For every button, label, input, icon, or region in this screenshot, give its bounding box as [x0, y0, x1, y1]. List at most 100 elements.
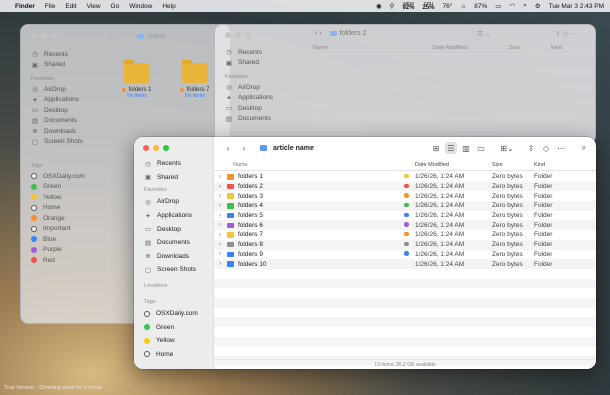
- mem-indicator[interactable]: MEM 92%: [402, 1, 414, 11]
- sidebar-tag-osxdaily-com[interactable]: OSXDaily.com: [31, 171, 93, 182]
- sidebar-tag-red[interactable]: Red: [31, 255, 93, 266]
- zoom-button[interactable]: [163, 145, 169, 151]
- zoom-button[interactable]: [245, 32, 251, 38]
- disclosure-chevron-icon[interactable]: ›: [219, 193, 225, 199]
- minimize-button[interactable]: [153, 145, 159, 151]
- sidebar-item-shared[interactable]: ▣ Shared: [225, 58, 273, 69]
- screen-record-icon[interactable]: ◉: [376, 2, 382, 10]
- sun-icon[interactable]: ☼: [460, 3, 466, 10]
- menu-finder[interactable]: Finder: [15, 3, 35, 10]
- column-date[interactable]: Date Modified: [415, 162, 492, 168]
- sidebar-item-airdrop[interactable]: ◎ AirDrop: [31, 84, 93, 95]
- wifi-icon[interactable]: ◠: [509, 2, 515, 10]
- clock[interactable]: Tue Mar 3 2:43 PM: [549, 3, 604, 10]
- sidebar-item-screen-shots[interactable]: ▢ Screen Shots: [144, 263, 213, 277]
- disclosure-chevron-icon[interactable]: ›: [219, 222, 225, 228]
- table-row[interactable]: › folders 10 1/26/26, 1:24 AM Zero bytes Fol…: [214, 259, 596, 269]
- column-kind[interactable]: Kind: [551, 45, 562, 54]
- sidebar-tag-home[interactable]: Home: [144, 348, 213, 362]
- search-icon[interactable]: ⌕: [523, 2, 527, 10]
- sidebar-tag-home[interactable]: Home: [31, 203, 93, 214]
- table-row[interactable]: › folders 8 1/26/26, 1:24 AM Zero bytes Fold…: [214, 239, 596, 250]
- sidebar-item-downloads[interactable]: ⊕ Downloads: [31, 126, 93, 137]
- view-options-icon[interactable]: ☰ ⌄: [477, 30, 491, 38]
- menu-file[interactable]: File: [45, 3, 55, 10]
- forward-icon[interactable]: ›: [238, 142, 250, 154]
- disclosure-chevron-icon[interactable]: ›: [219, 184, 225, 190]
- disclosure-chevron-icon[interactable]: ›: [219, 203, 225, 209]
- menu-edit[interactable]: Edit: [65, 3, 76, 10]
- table-row[interactable]: › folders 4 1/26/26, 1:24 AM Zero bytes Fold…: [214, 201, 596, 211]
- nav-back-icon[interactable]: ‹ ›: [315, 30, 322, 37]
- pin-icon[interactable]: ⚲: [390, 2, 395, 10]
- column-name[interactable]: Name: [313, 45, 433, 54]
- sidebar-tag-yellow[interactable]: Yellow: [31, 192, 93, 203]
- table-row[interactable]: › folders 5 1/26/26, 1:24 AM Zero bytes Fold…: [214, 211, 596, 221]
- sidebar-item-documents[interactable]: ▤ Documents: [31, 116, 93, 127]
- minimize-button[interactable]: [41, 33, 47, 39]
- close-button[interactable]: [31, 33, 37, 39]
- sidebar-item-desktop[interactable]: ▭ Desktop: [225, 103, 273, 114]
- sidebar-tag-osxdaily-com[interactable]: OSXDaily.com: [144, 307, 213, 321]
- table-row[interactable]: › folders 6 1/26/26, 1:24 AM Zero bytes Fold…: [214, 220, 596, 231]
- table-row[interactable]: › folders 7 1/26/26, 1:24 AM Zero bytes Fold…: [214, 230, 596, 240]
- sidebar-item-screen-shots[interactable]: ▢ Screen Shots: [31, 137, 93, 148]
- sidebar-item-downloads[interactable]: ⊕ Downloads: [144, 250, 213, 264]
- folder-item[interactable]: folders 1 No items: [117, 60, 157, 99]
- table-row[interactable]: › folders 3 1/26/26, 1:24 AM Zero bytes Fold…: [214, 191, 596, 201]
- column-name[interactable]: Name: [214, 162, 404, 168]
- menu-view[interactable]: View: [87, 3, 101, 10]
- control-center-icon[interactable]: ⚙: [535, 2, 541, 10]
- finder-window-article-name[interactable]: ◷ Recents ▣ Shared Favorites ◎ AirDrop ✦ App…: [134, 137, 596, 369]
- sidebar-item-airdrop[interactable]: ◎ AirDrop: [225, 82, 273, 93]
- disclosure-chevron-icon[interactable]: ›: [219, 213, 225, 219]
- icon-view-icon[interactable]: ⊞: [430, 142, 442, 154]
- folder-item[interactable]: folders 7 No items: [175, 60, 215, 99]
- sidebar-item-desktop[interactable]: ▭ Desktop: [144, 222, 213, 236]
- sidebar-item-shared[interactable]: ▣ Shared: [31, 60, 93, 71]
- gallery-view-icon[interactable]: ▭: [475, 142, 487, 154]
- finder-window-folders-2[interactable]: ‹ › folders 2 ☰ ⌄ ⇪ ◇ ⋯ ◷ Recents ▣ Shared…: [214, 24, 596, 144]
- column-size[interactable]: Size: [492, 162, 534, 168]
- sidebar-item-applications[interactable]: ✦ Applications: [144, 209, 213, 223]
- sidebar-item-documents[interactable]: ▤ Documents: [225, 114, 273, 125]
- sidebar-item-recents[interactable]: ◷ Recents: [144, 157, 213, 171]
- disclosure-chevron-icon[interactable]: ›: [219, 174, 225, 180]
- minimize-button[interactable]: [235, 32, 241, 38]
- sidebar-tag-yellow[interactable]: Yellow: [144, 334, 213, 348]
- sidebar-item-recents[interactable]: ◷ Recents: [225, 47, 273, 58]
- disclosure-chevron-icon[interactable]: ›: [219, 232, 225, 238]
- sidebar-tag-green[interactable]: Green: [31, 182, 93, 193]
- nav-back-icon[interactable]: ‹ ›: [109, 33, 116, 40]
- back-icon[interactable]: ‹: [222, 142, 234, 154]
- sidebar-item-airdrop[interactable]: ◎ AirDrop: [144, 195, 213, 209]
- temperature-indicator[interactable]: 76°: [442, 3, 452, 10]
- sidebar-item-applications[interactable]: ✦ Applications: [225, 93, 273, 104]
- sidebar-item-shared[interactable]: ▣ Shared: [144, 171, 213, 185]
- column-view-icon[interactable]: ▥: [460, 142, 472, 154]
- table-row[interactable]: › folders 9 1/26/26, 1:24 AM Zero bytes Fold…: [214, 250, 596, 260]
- sidebar-item-documents[interactable]: ▤ Documents: [144, 236, 213, 250]
- disclosure-chevron-icon[interactable]: ›: [219, 251, 225, 257]
- list-view-icon[interactable]: ☰: [445, 142, 457, 154]
- menu-window[interactable]: Window: [129, 3, 152, 10]
- close-button[interactable]: [143, 145, 149, 151]
- sidebar-item-applications[interactable]: ✦ Applications: [31, 95, 93, 106]
- search-icon[interactable]: ⌕: [578, 142, 590, 154]
- column-size[interactable]: Size: [509, 45, 551, 54]
- sidebar-tag-purple[interactable]: Purple: [31, 245, 93, 256]
- disclosure-chevron-icon[interactable]: ›: [219, 261, 225, 267]
- sidebar-item-recents[interactable]: ◷ Recents: [31, 49, 93, 60]
- cpu-indicator[interactable]: CPU 25%: [422, 1, 434, 11]
- zoom-button[interactable]: [51, 33, 57, 39]
- column-date[interactable]: Date Modified: [433, 45, 509, 54]
- battery-percent[interactable]: 87%: [474, 3, 487, 10]
- menu-help[interactable]: Help: [162, 3, 175, 10]
- close-button[interactable]: [225, 32, 231, 38]
- disclosure-chevron-icon[interactable]: ›: [219, 242, 225, 248]
- share-icon[interactable]: ⇪ ◇ ⋯: [555, 30, 577, 38]
- sidebar-tag-orange[interactable]: Orange: [31, 213, 93, 224]
- sidebar-item-desktop[interactable]: ▭ Desktop: [31, 105, 93, 116]
- sidebar-tag-blue[interactable]: Blue: [31, 234, 93, 245]
- more-icon[interactable]: ⋯: [555, 142, 567, 154]
